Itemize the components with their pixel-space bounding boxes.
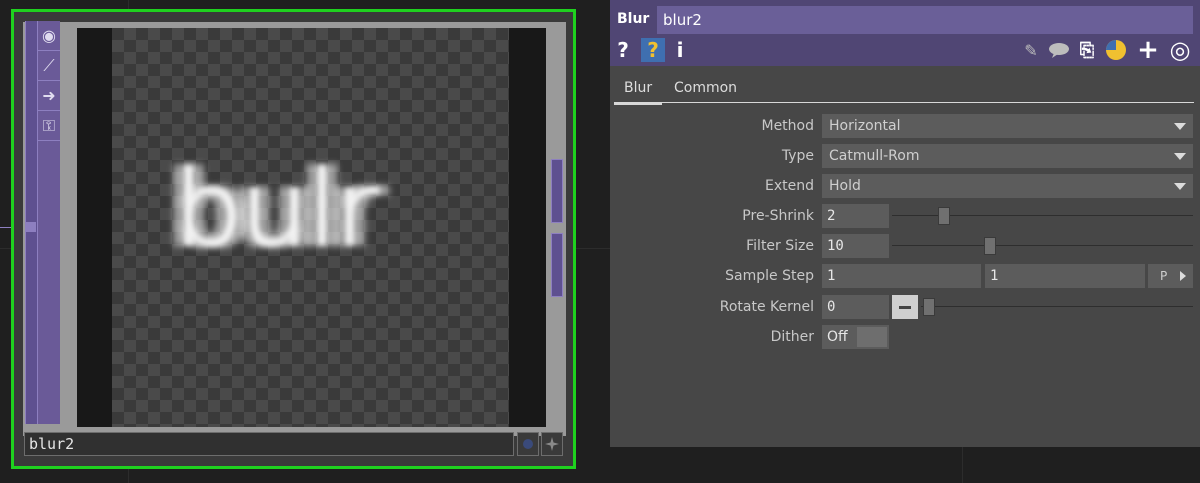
- dropdown-value: Catmull-Rom: [829, 148, 920, 164]
- rotate-kernel-slider-knob[interactable]: [923, 298, 935, 316]
- toggle-value: Off: [827, 329, 848, 345]
- op-help-icon[interactable]: ?: [641, 38, 665, 62]
- type-dropdown[interactable]: Catmull-Rom: [822, 144, 1193, 168]
- operator-name-field[interactable]: blur2: [657, 6, 1193, 34]
- param-row-pre-shrink: Pre-Shrink 2: [610, 203, 1200, 229]
- param-row-rotate-kernel: Rotate Kernel 0: [610, 294, 1200, 320]
- target-icon[interactable]: ◎: [1167, 36, 1193, 64]
- pre-shrink-field[interactable]: 2: [822, 204, 889, 228]
- sample-step-expand-button[interactable]: P: [1148, 264, 1193, 288]
- circle-icon: [523, 439, 533, 449]
- param-label: Type: [781, 148, 814, 164]
- expand-button-label: P: [1160, 269, 1168, 283]
- filter-size-slider-knob[interactable]: [984, 237, 997, 255]
- extend-dropdown[interactable]: Hold: [822, 174, 1193, 198]
- arrow-right-icon[interactable]: ➜: [38, 81, 60, 111]
- lock-icon[interactable]: ⚿: [38, 111, 60, 141]
- param-label: Filter Size: [746, 238, 814, 254]
- tab-common[interactable]: Common: [664, 76, 747, 102]
- filter-size-field[interactable]: 10: [822, 234, 889, 258]
- tab-underline: [614, 102, 1194, 103]
- panel-header: Blur blur2 ? ? i ✎ ⎘ + ◎: [610, 0, 1200, 66]
- blurred-preview-text: bulr: [174, 147, 379, 272]
- python-icon[interactable]: [1104, 38, 1128, 62]
- dropdown-value: Hold: [829, 178, 861, 194]
- node-name-field[interactable]: blur2: [24, 432, 514, 456]
- comment-icon[interactable]: [1046, 38, 1072, 62]
- minus-icon[interactable]: [892, 295, 918, 319]
- transparency-checker: bulr: [112, 28, 509, 427]
- pre-shrink-slider-knob[interactable]: [938, 207, 951, 225]
- param-row-filter-size: Filter Size 10: [610, 233, 1200, 259]
- filter-size-slider-track[interactable]: [892, 245, 1193, 246]
- chevron-down-icon: [1174, 183, 1186, 190]
- sample-step-y-field[interactable]: 1: [985, 264, 1145, 288]
- bypass-flag-button[interactable]: [541, 432, 563, 456]
- param-row-extend: Extend Hold: [610, 173, 1200, 199]
- output-connector[interactable]: [551, 233, 563, 297]
- operator-type-label: Blur: [617, 11, 650, 27]
- dither-toggle[interactable]: Off: [822, 325, 889, 349]
- input-connector[interactable]: [25, 222, 36, 232]
- node-viewer[interactable]: bulr: [77, 28, 546, 427]
- param-row-sample-step: Sample Step 1 1 P: [610, 263, 1200, 289]
- edit-icon[interactable]: ✎: [1020, 38, 1042, 62]
- graph-icon[interactable]: ⟋: [38, 51, 60, 81]
- param-row-method: Method Horizontal: [610, 113, 1200, 139]
- clipboard-icon[interactable]: ⎘: [1075, 38, 1099, 62]
- add-icon[interactable]: +: [1137, 35, 1159, 65]
- output-connector[interactable]: [551, 159, 563, 223]
- tab-blur[interactable]: Blur: [614, 76, 663, 105]
- param-label: Extend: [765, 178, 814, 194]
- viewer-icon[interactable]: ◉: [38, 21, 60, 51]
- toggle-box: [857, 327, 887, 347]
- parameter-panel: Blur blur2 ? ? i ✎ ⎘ + ◎ Blur Common Met…: [610, 0, 1200, 447]
- display-flag-button[interactable]: [517, 432, 539, 456]
- param-row-type: Type Catmull-Rom: [610, 143, 1200, 169]
- sample-step-x-field[interactable]: 1: [822, 264, 981, 288]
- chevron-right-icon: [1180, 271, 1186, 281]
- chevron-down-icon: [1174, 123, 1186, 130]
- info-icon[interactable]: i: [674, 38, 686, 62]
- help-icon[interactable]: ?: [614, 38, 632, 62]
- chevron-down-icon: [1174, 153, 1186, 160]
- param-label: Sample Step: [725, 268, 814, 284]
- param-label: Pre-Shrink: [742, 208, 814, 224]
- rotate-kernel-field[interactable]: 0: [822, 295, 889, 319]
- method-dropdown[interactable]: Horizontal: [822, 114, 1193, 138]
- param-label: Dither: [770, 329, 814, 345]
- param-label: Method: [761, 118, 814, 134]
- pre-shrink-slider-track[interactable]: [892, 215, 1193, 216]
- param-row-dither: Dither Off: [610, 324, 1200, 350]
- rotate-kernel-slider-track[interactable]: [921, 306, 1193, 307]
- node-right-rail: [550, 23, 564, 423]
- dropdown-value: Horizontal: [829, 118, 901, 134]
- param-label: Rotate Kernel: [719, 299, 814, 315]
- sparkle-icon: [545, 437, 559, 451]
